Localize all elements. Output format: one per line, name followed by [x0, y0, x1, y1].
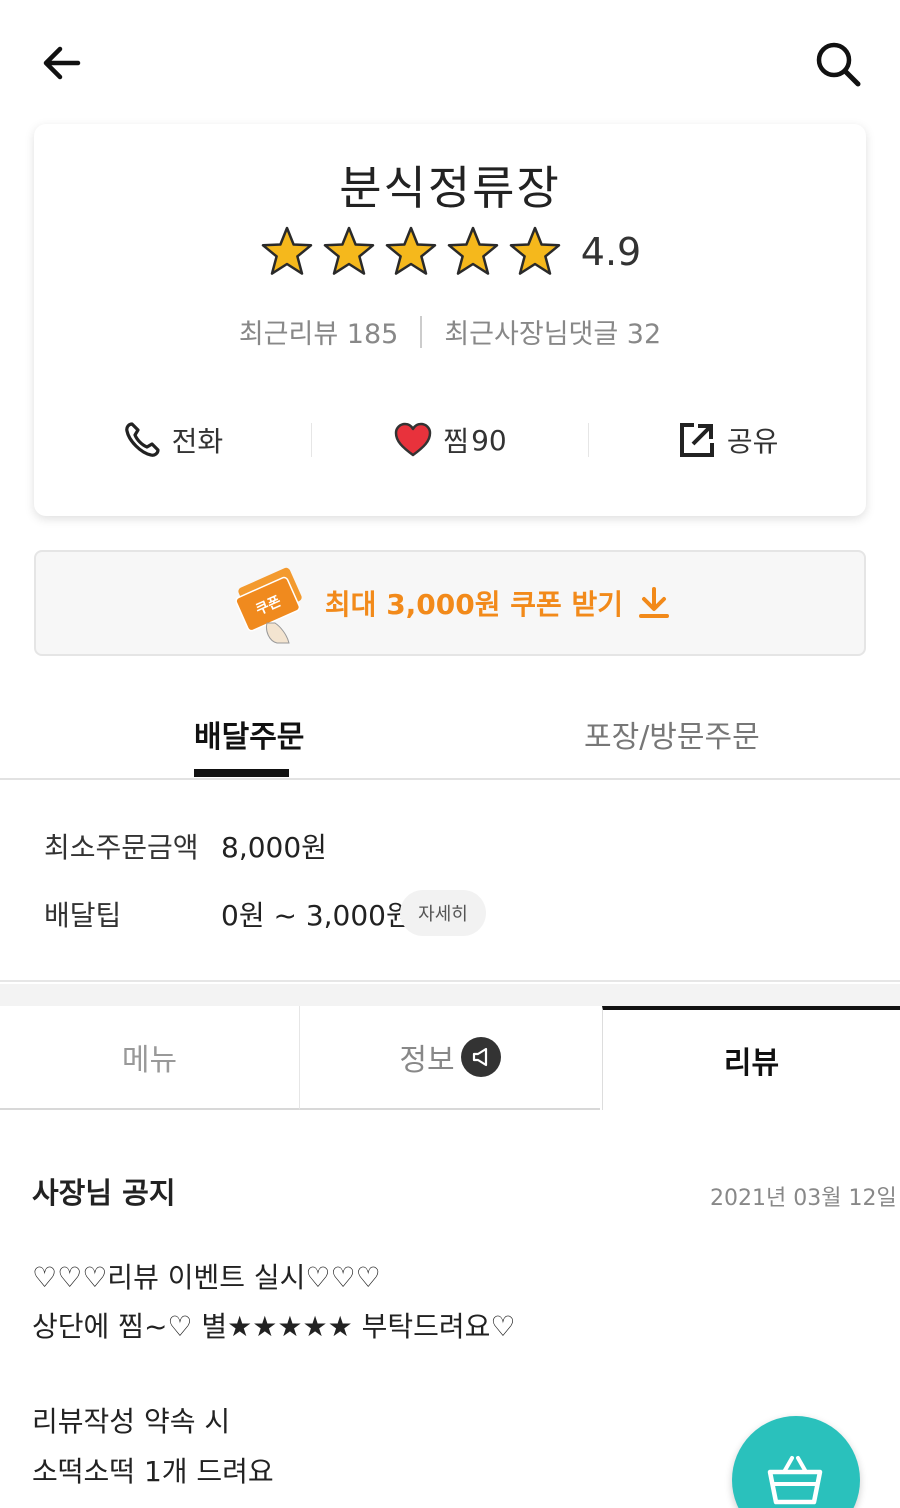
- tab-delivery[interactable]: 배달주문: [194, 712, 304, 756]
- star-icon: [323, 226, 375, 275]
- tab-review[interactable]: 리뷰: [602, 1006, 900, 1110]
- tab-pickup[interactable]: 포장/방문주문: [584, 712, 760, 756]
- call-label: 전화: [171, 425, 224, 458]
- like-label: 찜: [443, 425, 470, 458]
- review-stats: 최근리뷰 185 최근사장님댓글 32: [34, 312, 866, 351]
- min-order-label: 최소주문금액: [44, 831, 199, 864]
- share-button[interactable]: 공유: [589, 420, 866, 460]
- owner-notice-date: 2021년 03월 12일: [710, 1186, 897, 1211]
- search-button[interactable]: [812, 38, 864, 90]
- delivery-tip-label: 배달팁: [44, 899, 122, 932]
- like-count: 90: [471, 423, 507, 457]
- top-bar: [0, 0, 900, 120]
- heart-icon: [395, 422, 432, 457]
- store-actions: 전화 찜 90 공유: [34, 414, 866, 466]
- rating-value: 4.9: [580, 230, 642, 274]
- arrow-left-icon: [43, 46, 81, 80]
- tab-info-label: 정보: [399, 1043, 455, 1078]
- active-tab-indicator: [194, 769, 289, 777]
- like-button[interactable]: 찜 90: [312, 420, 589, 460]
- section-divider: [0, 984, 900, 1006]
- order-type-tabs: 배달주문 포장/방문주문: [0, 690, 900, 780]
- share-icon: [679, 423, 714, 457]
- share-label: 공유: [726, 425, 779, 458]
- content-tabs: 메뉴 정보 리뷰: [0, 1006, 900, 1110]
- divider: [420, 315, 423, 348]
- tab-review-label: 리뷰: [723, 1046, 780, 1081]
- call-button[interactable]: 전화: [34, 420, 311, 460]
- tab-menu[interactable]: 메뉴: [0, 1006, 300, 1110]
- star-icon: [509, 226, 561, 275]
- star-icon: [447, 226, 499, 275]
- notice-line: 상단에 찜~♡ 별★★★★★ 부탁드려요♡: [32, 1310, 516, 1343]
- coupon-download-button[interactable]: 쿠폰 최대 3,000원 쿠폰 받기: [34, 550, 866, 656]
- notice-line: 소떡소떡 1개 드려요: [32, 1455, 274, 1488]
- delivery-info: 최소주문금액 8,000원 배달팁 0원 ~ 3,000원 자세히: [0, 780, 900, 982]
- coupon-label: 최대 3,000원 쿠폰 받기: [324, 588, 624, 621]
- owner-replies-count[interactable]: 최근사장님댓글 32: [444, 312, 661, 351]
- delivery-tip-value: 0원 ~ 3,000원: [221, 899, 412, 932]
- delivery-tip-detail-button[interactable]: 자세히: [400, 890, 486, 936]
- cart-button[interactable]: [732, 1416, 860, 1508]
- download-icon: [639, 587, 670, 618]
- notice-line: ♡♡♡리뷰 이벤트 실시♡♡♡: [32, 1261, 381, 1294]
- store-name: 분식정류장: [339, 161, 561, 215]
- tab-info[interactable]: 정보: [300, 1006, 600, 1110]
- notice-line: 리뷰작성 약속 시: [32, 1405, 231, 1438]
- store-card: 분식정류장 4.9 최근리뷰 185 최근사장님댓글 32 전화 찜 90 공유: [34, 124, 866, 516]
- megaphone-icon: [460, 1037, 501, 1077]
- min-order-value: 8,000원: [221, 831, 327, 864]
- shopping-basket-icon: [767, 1456, 823, 1505]
- owner-notice-title: 사장님 공지: [32, 1176, 176, 1210]
- coupon-ticket-icon: 쿠폰: [235, 567, 302, 644]
- tab-menu-label: 메뉴: [121, 1043, 178, 1078]
- recent-reviews-count[interactable]: 최근리뷰 185: [239, 312, 398, 351]
- phone-icon: [124, 422, 160, 457]
- search-icon: [816, 42, 861, 87]
- star-icon: [385, 226, 437, 275]
- rating-row: 4.9: [34, 224, 866, 280]
- back-button[interactable]: [38, 40, 86, 88]
- star-icon: [261, 226, 313, 275]
